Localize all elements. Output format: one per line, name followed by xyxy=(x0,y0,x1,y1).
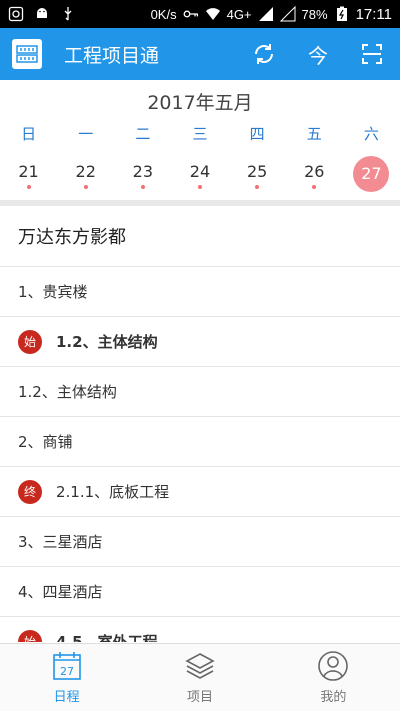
network-type: 4G+ xyxy=(226,6,252,22)
item-text: 2、商铺 xyxy=(18,433,73,451)
clock: 17:11 xyxy=(355,5,392,23)
refresh-button[interactable] xyxy=(250,40,278,68)
app-title: 工程项目通 xyxy=(64,44,160,67)
project-header[interactable]: 万达东方影都 xyxy=(0,206,400,267)
event-dot xyxy=(140,185,145,189)
nav-mine[interactable]: 我的 xyxy=(267,644,400,711)
nav-schedule-label: 日程 xyxy=(53,690,80,705)
nav-mine-label: 我的 xyxy=(320,690,347,705)
day-cell[interactable]: 22 xyxy=(57,156,114,192)
status-bar: 0K/s 4G+ 78% 17:11 xyxy=(0,0,400,28)
key-icon xyxy=(183,10,198,18)
list-item-start[interactable]: 始 1.2、主体结构 xyxy=(0,317,400,367)
item-text: 3、三星酒店 xyxy=(18,533,103,551)
weekday-sat: 六 xyxy=(363,125,379,143)
day-cell[interactable]: 26 xyxy=(286,156,343,192)
today-button[interactable]: 今 xyxy=(304,40,332,68)
day-cell[interactable]: 25 xyxy=(229,156,286,192)
day-cell-selected[interactable]: 27 xyxy=(343,156,400,192)
settings-circle-icon xyxy=(8,6,24,22)
item-text: 1.2、主体结构 xyxy=(18,383,117,401)
app-logo-icon xyxy=(16,45,38,63)
event-dot xyxy=(197,185,202,189)
battery-charging-icon xyxy=(336,6,347,21)
day-cell[interactable]: 24 xyxy=(171,156,228,192)
app-bar: 工程项目通 今 xyxy=(0,28,400,80)
item-text: 1.2、主体结构 xyxy=(56,333,158,351)
nav-schedule[interactable]: 27 日程 xyxy=(0,644,133,711)
weekday-thu: 四 xyxy=(249,125,265,143)
list-item[interactable]: 1、贵宾楼 xyxy=(0,267,400,317)
list-item[interactable]: 1.2、主体结构 xyxy=(0,367,400,417)
list-item[interactable]: 4、四星酒店 xyxy=(0,567,400,617)
weekday-header: 日 一 二 三 四 五 六 xyxy=(0,123,400,144)
nav-projects-label: 项目 xyxy=(186,690,213,705)
schedule-list[interactable]: 万达东方影都 1、贵宾楼 始 1.2、主体结构 1.2、主体结构 2、商铺 终 … xyxy=(0,206,400,642)
scan-button[interactable] xyxy=(358,40,386,68)
day-row: 21 22 23 24 25 26 27 xyxy=(0,156,400,192)
usb-icon xyxy=(64,7,72,21)
nav-projects[interactable]: 项目 xyxy=(133,644,266,711)
weekday-mon: 一 xyxy=(78,125,94,143)
event-dot xyxy=(26,185,31,189)
weekday-fri: 五 xyxy=(306,125,322,143)
week-calendar: 2017年五月 日 一 二 三 四 五 六 21 22 23 24 25 26 … xyxy=(0,80,400,202)
user-icon xyxy=(318,651,349,681)
day-cell[interactable]: 23 xyxy=(114,156,171,192)
month-title: 2017年五月 xyxy=(147,92,253,114)
refresh-icon xyxy=(255,44,273,64)
layers-icon xyxy=(185,653,215,679)
list-item[interactable]: 3、三星酒店 xyxy=(0,517,400,567)
signal-empty-icon xyxy=(279,6,296,22)
android-icon xyxy=(37,8,47,18)
list-item-start[interactable]: 始 4.5、室外工程 xyxy=(0,617,400,642)
calendar-icon: 27 xyxy=(52,652,81,680)
signal-icon xyxy=(258,7,273,21)
battery-percent: 78% xyxy=(301,6,328,22)
event-dot xyxy=(83,185,88,189)
weekday-wed: 三 xyxy=(192,125,208,143)
item-text: 2.1.1、底板工程 xyxy=(56,483,170,501)
weekday-tue: 二 xyxy=(135,125,151,143)
item-text: 4、四星酒店 xyxy=(18,583,103,601)
day-number: 27 xyxy=(353,156,390,192)
bottom-nav: 27 日程 项目 我的 xyxy=(0,643,400,711)
today-label: 今 xyxy=(308,43,328,68)
end-badge: 终 xyxy=(18,479,42,504)
wifi-icon xyxy=(205,8,220,20)
weekday-sun: 日 xyxy=(21,125,37,143)
day-cell[interactable]: 21 xyxy=(0,156,57,192)
list-item-end[interactable]: 终 2.1.1、底板工程 xyxy=(0,467,400,517)
app-logo xyxy=(12,39,42,69)
item-text: 4.5、室外工程 xyxy=(56,633,158,642)
start-badge: 始 xyxy=(18,629,42,642)
start-badge: 始 xyxy=(18,329,42,354)
list-item[interactable]: 2、商铺 xyxy=(0,417,400,467)
network-speed: 0K/s xyxy=(150,6,177,22)
item-text: 1、贵宾楼 xyxy=(18,283,88,301)
calendar-icon-day: 27 xyxy=(60,665,74,678)
scan-icon xyxy=(362,44,382,64)
